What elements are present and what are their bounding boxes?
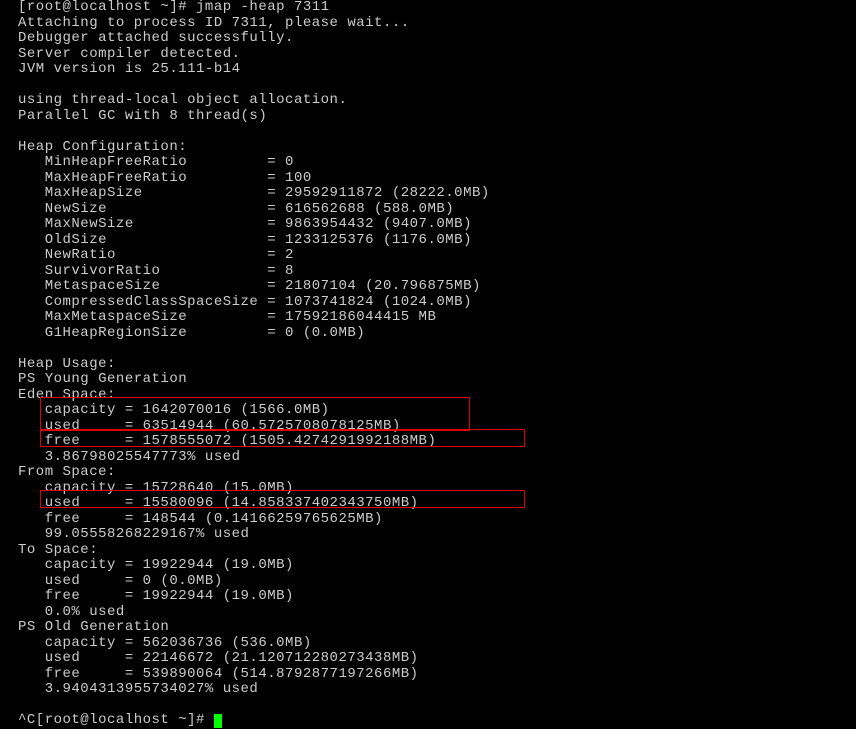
eden-space-title: Eden Space: <box>18 388 838 404</box>
old-capacity: capacity = 562036736 (536.0MB) <box>18 636 838 652</box>
heap-configuration-title: Heap Configuration: <box>18 140 838 156</box>
shell-prompt-line[interactable]: [root@localhost ~]# jmap -heap 7311 <box>18 0 838 16</box>
blank-line <box>18 698 838 714</box>
eden-free: free = 1578555072 (1505.4274291992188MB) <box>18 434 838 450</box>
output-line: Server compiler detected. <box>18 47 838 63</box>
terminal-output: [root@localhost ~]# jmap -heap 7311 Atta… <box>0 0 856 729</box>
config-line: MaxHeapFreeRatio = 100 <box>18 171 838 187</box>
from-free: free = 148544 (0.14166259765625MB) <box>18 512 838 528</box>
eden-capacity: capacity = 1642070016 (1566.0MB) <box>18 403 838 419</box>
config-line: MaxNewSize = 9863954432 (9407.0MB) <box>18 217 838 233</box>
cursor-icon <box>214 714 222 728</box>
eden-used: used = 63514944 (60.5725708078125MB) <box>18 419 838 435</box>
config-line: MaxHeapSize = 29592911872 (28222.0MB) <box>18 186 838 202</box>
from-used: used = 15580096 (14.858337402343750MB) <box>18 496 838 512</box>
blank-line <box>18 78 838 94</box>
config-line: NewSize = 616562688 (588.0MB) <box>18 202 838 218</box>
to-used: used = 0 (0.0MB) <box>18 574 838 590</box>
config-line: NewRatio = 2 <box>18 248 838 264</box>
blank-line <box>18 341 838 357</box>
from-pct: 99.05558268229167% used <box>18 527 838 543</box>
young-gen-title: PS Young Generation <box>18 372 838 388</box>
from-capacity: capacity = 15728640 (15.0MB) <box>18 481 838 497</box>
to-free: free = 19922944 (19.0MB) <box>18 589 838 605</box>
output-line: JVM version is 25.111-b14 <box>18 62 838 78</box>
to-capacity: capacity = 19922944 (19.0MB) <box>18 558 838 574</box>
config-line: MetaspaceSize = 21807104 (20.796875MB) <box>18 279 838 295</box>
output-line: using thread-local object allocation. <box>18 93 838 109</box>
config-line: CompressedClassSpaceSize = 1073741824 (1… <box>18 295 838 311</box>
config-line: OldSize = 1233125376 (1176.0MB) <box>18 233 838 249</box>
from-space-title: From Space: <box>18 465 838 481</box>
shell-prompt-line[interactable]: ^C[root@localhost ~]# <box>18 713 838 729</box>
old-gen-title: PS Old Generation <box>18 620 838 636</box>
config-line: SurvivorRatio = 8 <box>18 264 838 280</box>
eden-pct: 3.86798025547773% used <box>18 450 838 466</box>
config-line: G1HeapRegionSize = 0 (0.0MB) <box>18 326 838 342</box>
to-space-title: To Space: <box>18 543 838 559</box>
heap-usage-title: Heap Usage: <box>18 357 838 373</box>
old-pct: 3.9404313955734027% used <box>18 682 838 698</box>
output-line: Parallel GC with 8 thread(s) <box>18 109 838 125</box>
prompt-text: ^C[root@localhost ~]# <box>18 712 214 728</box>
to-pct: 0.0% used <box>18 605 838 621</box>
output-line: Debugger attached successfully. <box>18 31 838 47</box>
config-line: MinHeapFreeRatio = 0 <box>18 155 838 171</box>
blank-line <box>18 124 838 140</box>
old-used: used = 22146672 (21.120712280273438MB) <box>18 651 838 667</box>
config-line: MaxMetaspaceSize = 17592186044415 MB <box>18 310 838 326</box>
old-free: free = 539890064 (514.8792877197266MB) <box>18 667 838 683</box>
output-line: Attaching to process ID 7311, please wai… <box>18 16 838 32</box>
